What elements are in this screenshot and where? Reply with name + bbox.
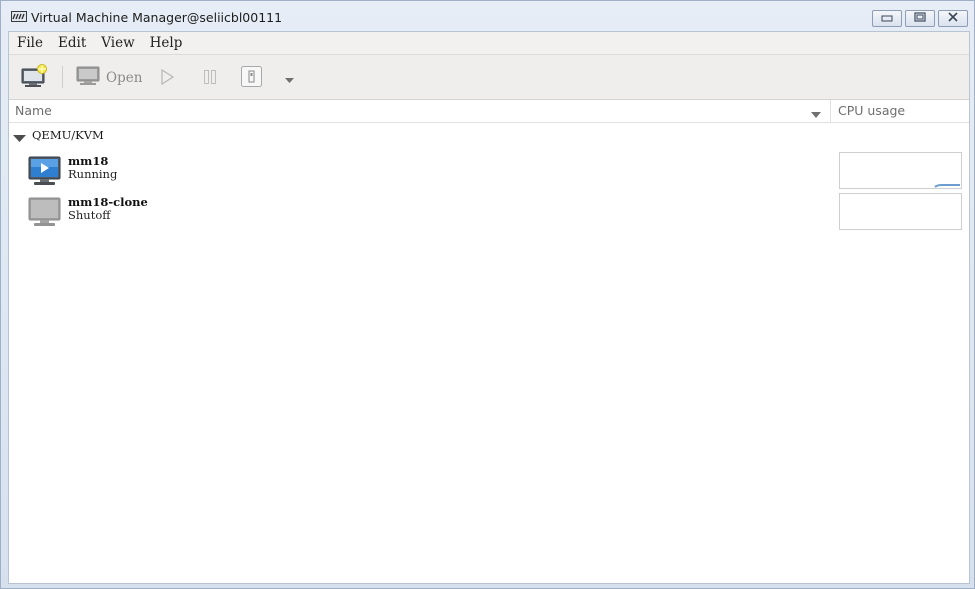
new-vm-button[interactable] <box>21 64 48 92</box>
maximize-button[interactable] <box>905 10 935 27</box>
minimize-button[interactable] <box>872 10 902 27</box>
menu-bar: File Edit View Help <box>9 32 969 54</box>
cpu-usage-column-header[interactable]: CPU usage <box>838 103 905 118</box>
new-vm-icon <box>21 64 48 92</box>
vm-row[interactable]: mm18 Running <box>9 152 967 192</box>
vmm-window: Virtual Machine Manager@seliicbl00111 Fi… <box>0 0 975 589</box>
vm-status: Shutoff <box>68 208 111 222</box>
vm-name: mm18 <box>68 154 109 168</box>
maximize-icon <box>914 11 926 26</box>
open-label: Open <box>106 70 143 86</box>
menu-view[interactable]: View <box>93 35 134 51</box>
menu-help[interactable]: Help <box>142 35 183 51</box>
pause-icon <box>203 69 217 89</box>
minimize-icon <box>881 11 893 26</box>
toolbar: Open <box>9 54 969 100</box>
main-area: File Edit View Help Open Name CPU usage … <box>8 31 970 584</box>
shutdown-menu-button[interactable] <box>284 73 295 88</box>
run-button[interactable] <box>160 68 175 89</box>
vm-row[interactable]: mm18-clone Shutoff <box>9 193 967 233</box>
open-button[interactable]: Open <box>76 66 142 90</box>
vmm-app-icon <box>11 11 27 22</box>
expander-arrow-icon[interactable] <box>13 132 26 147</box>
connection-row[interactable]: QEMU/KVM <box>9 126 829 144</box>
menu-edit[interactable]: Edit <box>50 35 86 51</box>
shutdown-button[interactable] <box>241 66 262 91</box>
window-title: Virtual Machine Manager@seliicbl00111 <box>31 10 283 25</box>
name-column-header[interactable]: Name <box>15 103 52 118</box>
chevron-down-icon <box>284 73 295 88</box>
vm-name: mm18-clone <box>68 195 148 209</box>
menu-file[interactable]: File <box>9 35 43 51</box>
close-icon <box>947 11 959 26</box>
running-vm-icon <box>28 155 61 192</box>
title-bar[interactable]: Virtual Machine Manager@seliicbl00111 <box>1 1 974 31</box>
connection-label: QEMU/KVM <box>32 128 104 142</box>
cpu-usage-graph <box>839 193 962 230</box>
cpu-graph-line <box>934 184 960 188</box>
list-header: Name CPU usage <box>9 100 969 123</box>
toolbar-separator <box>62 66 63 88</box>
column-divider[interactable] <box>830 100 831 123</box>
shutoff-vm-icon <box>28 196 61 233</box>
shutdown-icon <box>241 66 262 91</box>
pause-button[interactable] <box>203 69 217 89</box>
cpu-usage-graph <box>839 152 962 189</box>
play-icon <box>160 68 175 89</box>
sort-indicator-icon[interactable] <box>811 108 821 123</box>
monitor-icon <box>76 66 100 90</box>
close-button[interactable] <box>938 10 968 27</box>
vm-status: Running <box>68 167 118 181</box>
